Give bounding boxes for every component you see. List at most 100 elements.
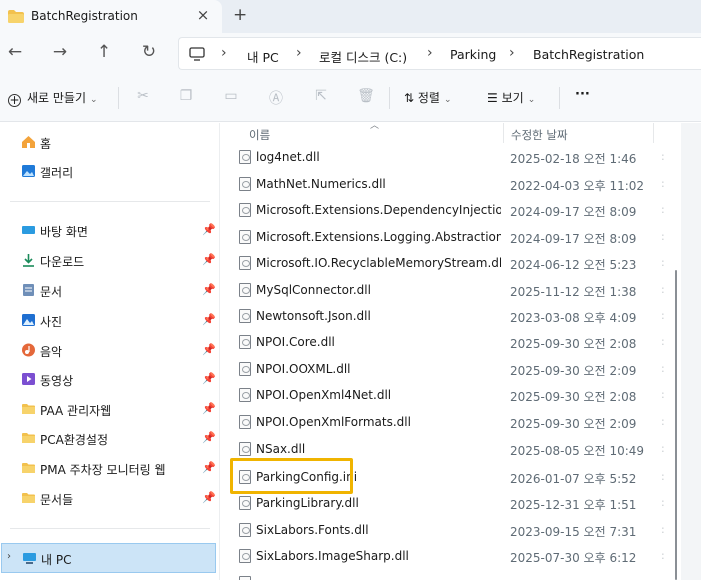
dll-file-icon [239,576,251,580]
file-name: log4net.dll [256,150,320,164]
monitor-icon[interactable] [189,47,205,61]
dll-file-icon [239,442,251,456]
file-row[interactable]: Microsoft.Extensions.DependencyInjection… [221,197,681,223]
folder-icon [22,433,35,443]
truncated-column: : [661,335,665,348]
sidebar-item-documents[interactable]: 문서 📌 [0,277,220,305]
view-icon: ☰ [487,91,498,105]
sidebar-item-pictures[interactable]: 사진 📌 [0,307,220,335]
new-button[interactable]: + 새로 만들기 ⌄ [8,89,98,107]
file-row-partial[interactable] [221,570,681,580]
sidebar-item-label: 음악 [40,345,63,359]
file-row[interactable]: Microsoft.Extensions.Logging.Abstraction… [221,224,681,250]
sidebar-item-label: 다운로드 [40,255,85,269]
file-row[interactable]: MathNet.Numerics.dll 2022-04-03 오후 11:02: [221,171,681,197]
documents-icon [23,284,34,296]
column-header-name[interactable]: 이름 [249,127,270,143]
forward-icon[interactable]: → [49,42,71,62]
file-row[interactable]: NPOI.OpenXml4Net.dll 2025-09-30 오전 2:08: [221,382,681,408]
sidebar-item-desktop[interactable]: 바탕 화면 📌 [0,217,220,245]
file-name: Microsoft.Extensions.DependencyInjection… [256,203,501,217]
breadcrumb-separator[interactable]: › [427,45,433,61]
file-name: NPOI.OpenXmlFormats.dll [256,415,411,429]
file-date: 2023-09-15 오전 7:31 [510,525,637,539]
sidebar-item-music[interactable]: 음악 📌 [0,337,220,365]
sidebar-item-videos[interactable]: 동영상 📌 [0,366,220,394]
music-icon [22,343,35,357]
file-row[interactable]: Microsoft.IO.RecyclableMemoryStream.dll 2… [221,250,681,276]
sidebar-item-pca[interactable]: PCA환경설정 📌 [0,425,220,453]
pin-icon[interactable]: 📌 [202,461,216,474]
share-icon[interactable]: ⇱ [312,88,330,104]
sidebar-item-downloads[interactable]: 다운로드 📌 [0,247,220,275]
pin-icon[interactable]: 📌 [202,313,216,326]
sort-label: 정렬 [417,91,440,105]
file-date: 2025-02-18 오전 1:46 [510,152,637,166]
file-row[interactable]: NPOI.OOXML.dll 2025-09-30 오전 2:09: [221,356,681,382]
file-row[interactable]: NPOI.Core.dll 2025-09-30 오전 2:08: [221,329,681,355]
chevron-right-icon[interactable]: › [7,551,11,562]
view-button[interactable]: ☰ 보기 ⌄ [487,89,535,106]
pin-icon[interactable]: 📌 [202,402,216,415]
cut-icon[interactable]: ✂ [134,88,152,104]
breadcrumb-my-pc[interactable]: 내 PC [247,47,279,66]
file-row[interactable]: Newtonsoft.Json.dll 2023-03-08 오후 4:09: [221,303,681,329]
breadcrumb-batchregistration[interactable]: BatchRegistration [533,47,644,62]
sidebar-item-label: PAA 관리자웹 [40,404,112,418]
file-row[interactable]: log4net.dll 2025-02-18 오전 1:46: [221,144,681,170]
view-label: 보기 [501,91,524,105]
breadcrumb-separator[interactable]: › [221,45,227,61]
pin-icon[interactable]: 📌 [202,431,216,444]
pin-icon[interactable]: 📌 [202,223,216,236]
sidebar-item-label: 동영상 [40,374,74,388]
dll-file-icon [239,335,251,349]
column-divider[interactable] [503,123,504,143]
sidebar-item-home[interactable]: 홈 [0,129,220,157]
column-divider[interactable] [653,123,654,143]
pin-icon[interactable]: 📌 [202,343,216,356]
file-row[interactable]: SixLabors.Fonts.dll 2023-09-15 오전 7:31: [221,517,681,543]
dll-file-icon [239,388,251,402]
file-row[interactable]: NPOI.OpenXmlFormats.dll 2025-09-30 오전 2:0… [221,409,681,435]
sidebar-item-gallery[interactable]: 갤러리 [0,158,220,186]
sidebar-item-pma[interactable]: PMA 주차장 모니터링 웹 📌 [0,455,220,483]
sidebar-item-my-pc[interactable]: › 내 PC [1,543,216,573]
divider [10,528,210,529]
sort-ascending-icon: ︿ [370,123,380,131]
file-row[interactable]: MySqlConnector.dll 2025-11-12 오전 1:38: [221,277,681,303]
delete-icon[interactable]: 🗑 [357,88,375,104]
breadcrumb-separator[interactable]: › [509,45,515,61]
pin-icon[interactable]: 📌 [202,491,216,504]
more-options-button[interactable]: ··· [575,87,590,102]
sidebar-item-paa[interactable]: PAA 관리자웹 📌 [0,396,220,424]
file-date: 2024-09-17 오전 8:09 [510,232,637,246]
truncated-column: : [661,496,665,509]
column-header-date[interactable]: 수정한 날짜 [511,127,568,143]
address-row: ← → ↑ ↻ › 내 PC › 로컬 디스크 (C:) › Parking ›… [0,33,701,74]
breadcrumb-parking[interactable]: Parking [450,47,496,62]
sort-button[interactable]: ⇅ 정렬 ⌄ [404,89,452,106]
sidebar-item-docs-folder[interactable]: 문서들 📌 [0,485,220,513]
pin-icon[interactable]: 📌 [202,283,216,296]
breadcrumb-separator[interactable]: › [296,45,302,61]
paste-icon[interactable]: ▭ [222,88,240,104]
tab-batchregistration[interactable]: BatchRegistration × [0,0,222,33]
vertical-scrollbar[interactable] [675,270,677,580]
refresh-icon[interactable]: ↻ [138,42,160,62]
back-icon[interactable]: ← [4,42,26,62]
truncated-column: : [661,388,665,401]
close-tab-icon[interactable]: × [195,6,211,24]
new-tab-button[interactable]: + [233,5,247,25]
breadcrumb-local-disk[interactable]: 로컬 디스크 (C:) [319,47,407,66]
pin-icon[interactable]: 📌 [202,253,216,266]
copy-icon[interactable]: ❐ [177,88,195,104]
file-row[interactable]: SixLabors.ImageSharp.dll 2025-07-30 오후 6:… [221,543,681,569]
file-date: 2024-06-12 오전 5:23 [510,258,637,272]
breadcrumb[interactable]: › 내 PC › 로컬 디스크 (C:) › Parking › BatchRe… [178,37,701,70]
divider [559,87,560,109]
pin-icon[interactable]: 📌 [202,372,216,385]
up-icon[interactable]: ↑ [93,42,115,62]
file-name: MySqlConnector.dll [256,283,371,297]
truncated-column: : [661,442,665,455]
rename-icon[interactable]: Ⓐ [267,88,285,108]
